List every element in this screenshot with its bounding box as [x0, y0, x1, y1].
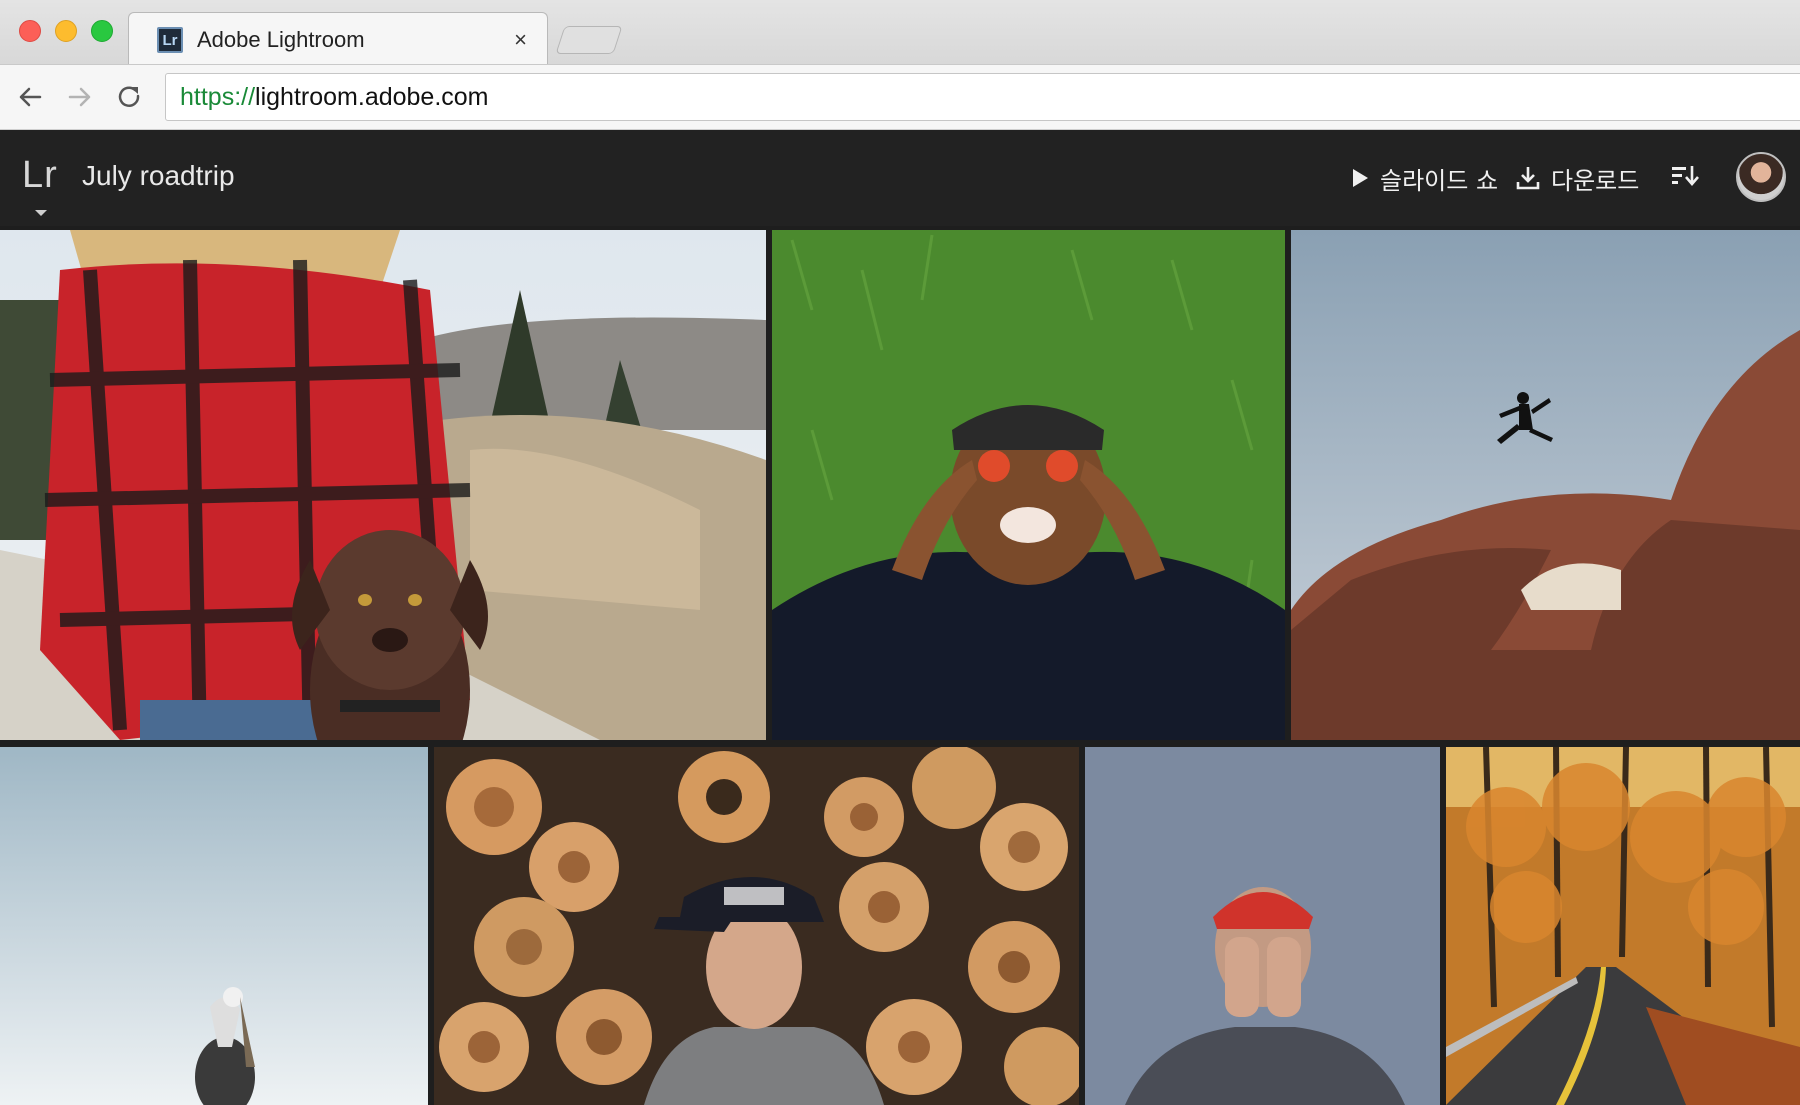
url-host: lightroom.adobe.com: [255, 82, 489, 111]
photo-man-covering-face[interactable]: [1085, 747, 1440, 1105]
close-icon[interactable]: ×: [514, 27, 527, 52]
play-icon: [1350, 167, 1370, 189]
download-button[interactable]: 다운로드: [1515, 160, 1639, 196]
photo-man-with-logs[interactable]: [434, 747, 1079, 1105]
slideshow-label: 슬라이드 쇼: [1380, 166, 1499, 195]
chevron-down-icon[interactable]: [35, 210, 47, 216]
window-close-button[interactable]: [19, 20, 41, 42]
address-bar[interactable]: https:// lightroom.adobe.com: [165, 73, 1800, 121]
app-header: Lr July roadtrip 슬라이드 쇼 다운로드: [0, 130, 1800, 226]
photo-grid: [0, 226, 1800, 1105]
lightroom-favicon-icon: Lr: [157, 27, 183, 53]
download-icon: [1515, 165, 1541, 191]
photo-autumn-road[interactable]: [1446, 747, 1800, 1105]
browser-tab-bar: Lr Adobe Lightroom ×: [0, 0, 1800, 65]
new-tab-button[interactable]: [555, 26, 623, 54]
download-label: 다운로드: [1551, 166, 1640, 195]
sort-icon[interactable]: [1670, 162, 1700, 195]
photo-pelican[interactable]: [0, 747, 428, 1105]
album-title: July roadtrip: [82, 160, 235, 191]
arrow-right-icon[interactable]: [62, 79, 98, 115]
photo-jump-over-arch[interactable]: [1291, 230, 1800, 740]
avatar[interactable]: [1736, 152, 1786, 202]
photo-woman-with-puppy[interactable]: [0, 230, 766, 740]
browser-tab-active[interactable]: Lr Adobe Lightroom ×: [128, 12, 548, 65]
tab-title: Adobe Lightroom: [197, 27, 365, 52]
window-zoom-button[interactable]: [91, 20, 113, 42]
browser-toolbar: https:// lightroom.adobe.com: [0, 64, 1800, 130]
window-minimize-button[interactable]: [55, 20, 77, 42]
photo-man-on-grass[interactable]: [772, 230, 1285, 740]
reload-icon[interactable]: [112, 79, 148, 115]
arrow-left-icon[interactable]: [12, 79, 48, 115]
url-scheme: https://: [180, 82, 256, 111]
slideshow-button[interactable]: 슬라이드 쇼: [1350, 160, 1498, 196]
lightroom-logo[interactable]: Lr: [22, 154, 58, 197]
